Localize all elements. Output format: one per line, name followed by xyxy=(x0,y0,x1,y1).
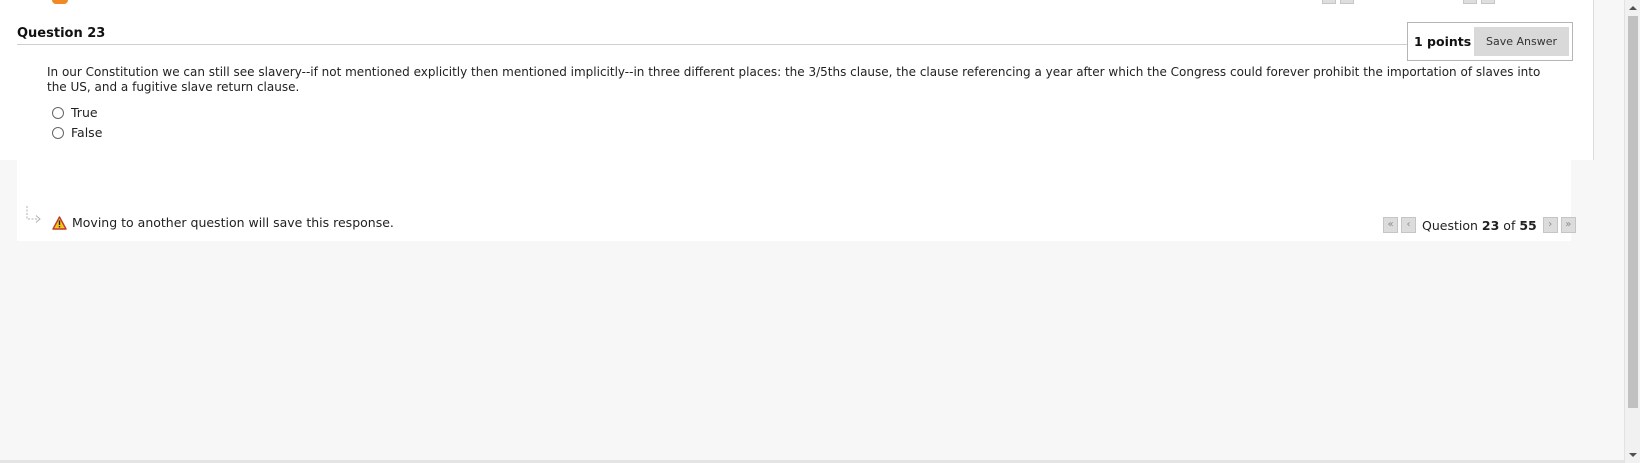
last-page-icon[interactable]: » xyxy=(1560,217,1576,233)
false-radio[interactable] xyxy=(52,126,64,139)
previous-nav-prev-button[interactable] xyxy=(1340,0,1354,4)
nav-of: of xyxy=(1503,217,1516,233)
true-radio[interactable] xyxy=(52,106,64,119)
previous-icon[interactable]: ‹ xyxy=(1401,217,1416,233)
vertical-scrollbar[interactable] xyxy=(1624,0,1640,463)
option-true[interactable]: True xyxy=(52,105,98,120)
first-page-icon[interactable]: « xyxy=(1383,217,1398,233)
elbow-arrow-icon xyxy=(26,206,41,223)
question-title: Question 23 xyxy=(17,26,106,41)
option-false[interactable]: False xyxy=(52,125,102,140)
scroll-thumb[interactable] xyxy=(1628,16,1638,408)
save-answer-button[interactable]: Save Answer xyxy=(1474,27,1569,56)
previous-question-icon xyxy=(52,0,68,4)
scroll-up-icon[interactable] xyxy=(1625,0,1640,16)
previous-nav-first-button[interactable] xyxy=(1322,0,1336,4)
question-text: In our Constitution we can still see sla… xyxy=(47,65,1541,94)
points-label: 1 points xyxy=(1414,34,1472,49)
warning-text: Moving to another question will save thi… xyxy=(72,215,394,230)
next-icon[interactable]: › xyxy=(1542,217,1558,233)
nav-total: 55 xyxy=(1519,217,1537,233)
question-navigation: « ‹ Question 23 of 55 › » xyxy=(1383,217,1576,233)
option-false-label: False xyxy=(71,125,103,140)
warning-icon xyxy=(52,215,67,230)
title-divider xyxy=(17,44,1410,45)
scroll-down-icon[interactable] xyxy=(1625,447,1640,463)
question-counter: Question 23 of 55 xyxy=(1419,218,1540,233)
nav-current: 23 xyxy=(1481,217,1500,233)
save-warning: Moving to another question will save thi… xyxy=(52,215,394,230)
previous-nav-last-button[interactable] xyxy=(1481,0,1495,4)
points-box: 1 points Save Answer xyxy=(1407,22,1573,61)
previous-nav-next-button[interactable] xyxy=(1463,0,1477,4)
option-true-label: True xyxy=(71,105,98,120)
nav-prefix: Question xyxy=(1422,217,1478,233)
